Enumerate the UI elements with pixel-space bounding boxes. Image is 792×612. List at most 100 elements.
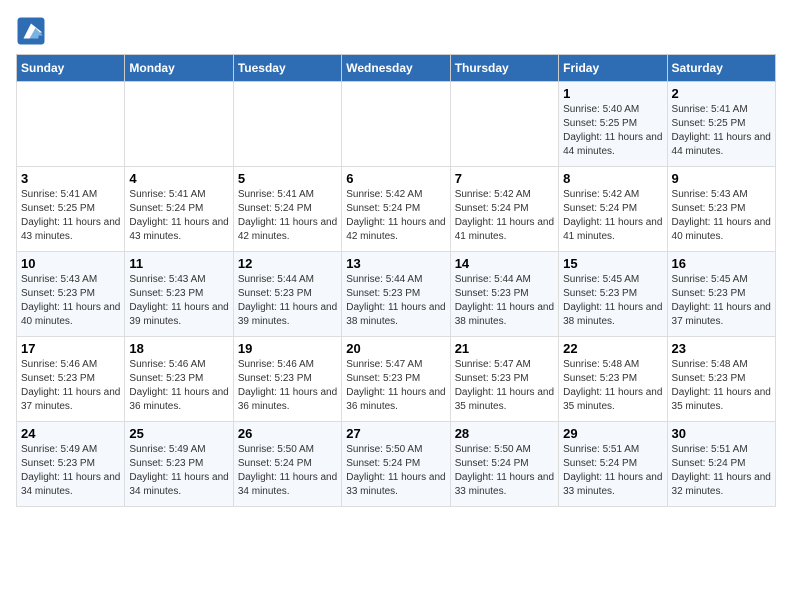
weekday-header-sunday: Sunday bbox=[17, 55, 125, 82]
day-number: 7 bbox=[455, 171, 554, 186]
day-info: Sunrise: 5:41 AM Sunset: 5:24 PM Dayligh… bbox=[238, 188, 337, 244]
day-info: Sunrise: 5:47 AM Sunset: 5:23 PM Dayligh… bbox=[346, 358, 445, 414]
day-number: 16 bbox=[672, 256, 771, 271]
weekday-header-saturday: Saturday bbox=[667, 55, 775, 82]
day-number: 11 bbox=[129, 256, 228, 271]
day-info: Sunrise: 5:43 AM Sunset: 5:23 PM Dayligh… bbox=[672, 188, 771, 244]
day-info: Sunrise: 5:44 AM Sunset: 5:23 PM Dayligh… bbox=[455, 273, 554, 329]
calendar-cell: 1 Sunrise: 5:40 AM Sunset: 5:25 PM Daylig… bbox=[559, 82, 667, 167]
day-number: 1 bbox=[563, 86, 662, 101]
day-info: Sunrise: 5:43 AM Sunset: 5:23 PM Dayligh… bbox=[129, 273, 228, 329]
day-number: 19 bbox=[238, 341, 337, 356]
day-info: Sunrise: 5:44 AM Sunset: 5:23 PM Dayligh… bbox=[346, 273, 445, 329]
day-number: 22 bbox=[563, 341, 662, 356]
logo-icon bbox=[16, 16, 46, 46]
calendar-cell: 16 Sunrise: 5:45 AM Sunset: 5:23 PM Dayli… bbox=[667, 252, 775, 337]
weekday-header-tuesday: Tuesday bbox=[233, 55, 341, 82]
calendar-cell: 8 Sunrise: 5:42 AM Sunset: 5:24 PM Daylig… bbox=[559, 167, 667, 252]
day-number: 4 bbox=[129, 171, 228, 186]
calendar-cell: 27 Sunrise: 5:50 AM Sunset: 5:24 PM Dayli… bbox=[342, 422, 450, 507]
calendar-cell: 24 Sunrise: 5:49 AM Sunset: 5:23 PM Dayli… bbox=[17, 422, 125, 507]
day-number: 17 bbox=[21, 341, 120, 356]
calendar-week-3: 10 Sunrise: 5:43 AM Sunset: 5:23 PM Dayli… bbox=[17, 252, 776, 337]
calendar-cell: 11 Sunrise: 5:43 AM Sunset: 5:23 PM Dayli… bbox=[125, 252, 233, 337]
calendar-cell: 20 Sunrise: 5:47 AM Sunset: 5:23 PM Dayli… bbox=[342, 337, 450, 422]
day-info: Sunrise: 5:40 AM Sunset: 5:25 PM Dayligh… bbox=[563, 103, 662, 159]
calendar-cell: 25 Sunrise: 5:49 AM Sunset: 5:23 PM Dayli… bbox=[125, 422, 233, 507]
calendar-table: SundayMondayTuesdayWednesdayThursdayFrid… bbox=[16, 54, 776, 507]
day-number: 13 bbox=[346, 256, 445, 271]
calendar-week-2: 3Sunrise: 5:41 AM Sunset: 5:25 PM Daylig… bbox=[17, 167, 776, 252]
day-number: 10 bbox=[21, 256, 120, 271]
calendar-cell: 14Sunrise: 5:44 AM Sunset: 5:23 PM Dayli… bbox=[450, 252, 558, 337]
day-number: 2 bbox=[672, 86, 771, 101]
day-number: 5 bbox=[238, 171, 337, 186]
day-number: 9 bbox=[672, 171, 771, 186]
calendar-cell: 13 Sunrise: 5:44 AM Sunset: 5:23 PM Dayli… bbox=[342, 252, 450, 337]
day-info: Sunrise: 5:42 AM Sunset: 5:24 PM Dayligh… bbox=[563, 188, 662, 244]
day-number: 24 bbox=[21, 426, 120, 441]
day-number: 29 bbox=[563, 426, 662, 441]
calendar-cell: 23 Sunrise: 5:48 AM Sunset: 5:23 PM Dayli… bbox=[667, 337, 775, 422]
day-info: Sunrise: 5:50 AM Sunset: 5:24 PM Dayligh… bbox=[455, 443, 554, 499]
day-number: 20 bbox=[346, 341, 445, 356]
calendar-cell: 26Sunrise: 5:50 AM Sunset: 5:24 PM Dayli… bbox=[233, 422, 341, 507]
calendar-cell: 17 Sunrise: 5:46 AM Sunset: 5:23 PM Dayli… bbox=[17, 337, 125, 422]
day-number: 23 bbox=[672, 341, 771, 356]
day-number: 6 bbox=[346, 171, 445, 186]
calendar-cell: 12 Sunrise: 5:44 AM Sunset: 5:23 PM Dayli… bbox=[233, 252, 341, 337]
day-info: Sunrise: 5:42 AM Sunset: 5:24 PM Dayligh… bbox=[346, 188, 445, 244]
day-info: Sunrise: 5:45 AM Sunset: 5:23 PM Dayligh… bbox=[672, 273, 771, 329]
day-info: Sunrise: 5:50 AM Sunset: 5:24 PM Dayligh… bbox=[238, 443, 337, 499]
day-info: Sunrise: 5:46 AM Sunset: 5:23 PM Dayligh… bbox=[21, 358, 120, 414]
weekday-header-row: SundayMondayTuesdayWednesdayThursdayFrid… bbox=[17, 55, 776, 82]
calendar-cell bbox=[125, 82, 233, 167]
calendar-cell bbox=[450, 82, 558, 167]
day-number: 18 bbox=[129, 341, 228, 356]
calendar-cell: 7Sunrise: 5:42 AM Sunset: 5:24 PM Daylig… bbox=[450, 167, 558, 252]
weekday-header-friday: Friday bbox=[559, 55, 667, 82]
day-number: 15 bbox=[563, 256, 662, 271]
day-info: Sunrise: 5:50 AM Sunset: 5:24 PM Dayligh… bbox=[346, 443, 445, 499]
day-info: Sunrise: 5:41 AM Sunset: 5:25 PM Dayligh… bbox=[672, 103, 771, 159]
day-info: Sunrise: 5:49 AM Sunset: 5:23 PM Dayligh… bbox=[129, 443, 228, 499]
calendar-cell: 6 Sunrise: 5:42 AM Sunset: 5:24 PM Daylig… bbox=[342, 167, 450, 252]
calendar-week-4: 17 Sunrise: 5:46 AM Sunset: 5:23 PM Dayli… bbox=[17, 337, 776, 422]
day-info: Sunrise: 5:48 AM Sunset: 5:23 PM Dayligh… bbox=[672, 358, 771, 414]
weekday-header-monday: Monday bbox=[125, 55, 233, 82]
page-header bbox=[16, 16, 776, 46]
calendar-cell: 22 Sunrise: 5:48 AM Sunset: 5:23 PM Dayli… bbox=[559, 337, 667, 422]
day-info: Sunrise: 5:46 AM Sunset: 5:23 PM Dayligh… bbox=[238, 358, 337, 414]
day-info: Sunrise: 5:41 AM Sunset: 5:24 PM Dayligh… bbox=[129, 188, 228, 244]
day-info: Sunrise: 5:44 AM Sunset: 5:23 PM Dayligh… bbox=[238, 273, 337, 329]
day-number: 30 bbox=[672, 426, 771, 441]
weekday-header-thursday: Thursday bbox=[450, 55, 558, 82]
calendar-cell: 28 Sunrise: 5:50 AM Sunset: 5:24 PM Dayli… bbox=[450, 422, 558, 507]
day-number: 27 bbox=[346, 426, 445, 441]
day-info: Sunrise: 5:46 AM Sunset: 5:23 PM Dayligh… bbox=[129, 358, 228, 414]
day-info: Sunrise: 5:51 AM Sunset: 5:24 PM Dayligh… bbox=[563, 443, 662, 499]
day-number: 8 bbox=[563, 171, 662, 186]
calendar-cell: 3Sunrise: 5:41 AM Sunset: 5:25 PM Daylig… bbox=[17, 167, 125, 252]
calendar-cell: 21Sunrise: 5:47 AM Sunset: 5:23 PM Dayli… bbox=[450, 337, 558, 422]
calendar-cell bbox=[233, 82, 341, 167]
day-info: Sunrise: 5:48 AM Sunset: 5:23 PM Dayligh… bbox=[563, 358, 662, 414]
calendar-week-1: 1 Sunrise: 5:40 AM Sunset: 5:25 PM Daylig… bbox=[17, 82, 776, 167]
day-info: Sunrise: 5:45 AM Sunset: 5:23 PM Dayligh… bbox=[563, 273, 662, 329]
day-info: Sunrise: 5:41 AM Sunset: 5:25 PM Dayligh… bbox=[21, 188, 120, 244]
day-number: 25 bbox=[129, 426, 228, 441]
calendar-cell bbox=[17, 82, 125, 167]
calendar-cell: 4 Sunrise: 5:41 AM Sunset: 5:24 PM Daylig… bbox=[125, 167, 233, 252]
day-number: 12 bbox=[238, 256, 337, 271]
calendar-cell: 10 Sunrise: 5:43 AM Sunset: 5:23 PM Dayli… bbox=[17, 252, 125, 337]
day-info: Sunrise: 5:43 AM Sunset: 5:23 PM Dayligh… bbox=[21, 273, 120, 329]
calendar-cell: 2 Sunrise: 5:41 AM Sunset: 5:25 PM Daylig… bbox=[667, 82, 775, 167]
calendar-week-5: 24 Sunrise: 5:49 AM Sunset: 5:23 PM Dayli… bbox=[17, 422, 776, 507]
calendar-cell: 5 Sunrise: 5:41 AM Sunset: 5:24 PM Daylig… bbox=[233, 167, 341, 252]
day-info: Sunrise: 5:47 AM Sunset: 5:23 PM Dayligh… bbox=[455, 358, 554, 414]
calendar-cell: 15 Sunrise: 5:45 AM Sunset: 5:23 PM Dayli… bbox=[559, 252, 667, 337]
logo bbox=[16, 16, 50, 46]
day-info: Sunrise: 5:49 AM Sunset: 5:23 PM Dayligh… bbox=[21, 443, 120, 499]
calendar-cell: 30Sunrise: 5:51 AM Sunset: 5:24 PM Dayli… bbox=[667, 422, 775, 507]
day-number: 28 bbox=[455, 426, 554, 441]
